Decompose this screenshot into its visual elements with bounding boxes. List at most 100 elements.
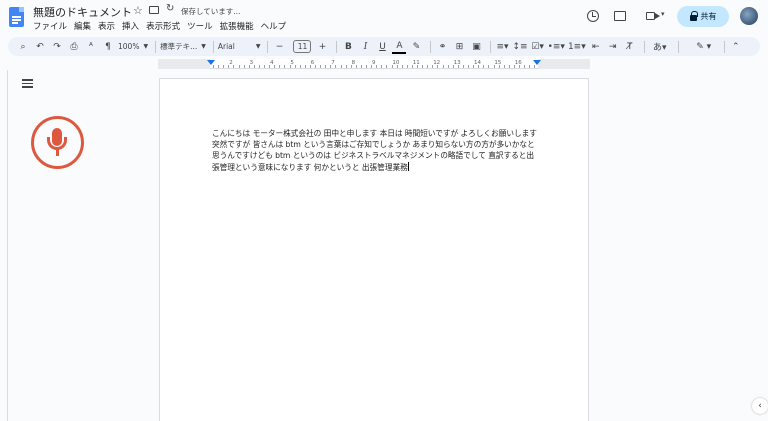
spellcheck-icon[interactable]: ᴬ bbox=[84, 39, 98, 54]
zoom-select[interactable]: 100% ▼ bbox=[118, 42, 148, 51]
right-indent-marker[interactable] bbox=[533, 60, 541, 65]
chevron-up-icon[interactable]: ⌃ bbox=[729, 39, 743, 54]
meet-video-icon[interactable] bbox=[646, 12, 660, 20]
ruler-tick bbox=[513, 65, 515, 68]
clear-formatting-icon[interactable]: T̸ bbox=[623, 39, 637, 54]
left-indent-marker[interactable] bbox=[207, 60, 215, 65]
ruler-tick bbox=[478, 65, 480, 68]
menu-insert[interactable]: 挿入 bbox=[122, 20, 139, 32]
side-panel-toggle-icon[interactable]: ‹ bbox=[752, 398, 768, 414]
increase-indent-icon[interactable]: ⇥ bbox=[606, 39, 620, 54]
ruler-tick bbox=[330, 65, 332, 68]
star-icon[interactable]: ☆ bbox=[133, 4, 143, 17]
ruler-tick bbox=[519, 65, 520, 68]
ruler-tick bbox=[258, 65, 260, 68]
chevron-down-icon[interactable]: ▾ bbox=[661, 10, 665, 18]
italic-icon[interactable]: I bbox=[358, 39, 372, 54]
add-comment-icon[interactable]: ⊞ bbox=[452, 39, 466, 54]
ruler-tick bbox=[376, 65, 378, 68]
ruler-tick bbox=[213, 65, 214, 68]
ruler-tick bbox=[391, 65, 393, 68]
ruler-tick bbox=[233, 65, 235, 68]
ruler-tick bbox=[284, 65, 286, 68]
style-select[interactable]: 標準テキ... ▼ bbox=[160, 41, 206, 52]
ruler-tick bbox=[508, 65, 510, 68]
bold-icon[interactable]: B bbox=[341, 39, 355, 54]
ruler-tick bbox=[437, 65, 439, 68]
chevron-down-icon: ▼ bbox=[255, 43, 261, 50]
ruler-tick bbox=[299, 65, 301, 68]
menu-edit[interactable]: 編集 bbox=[74, 20, 91, 32]
ruler-tick bbox=[264, 65, 265, 68]
bulleted-list-icon[interactable]: •≡▾ bbox=[548, 39, 565, 54]
undo-icon[interactable]: ↶ bbox=[33, 39, 47, 54]
divider bbox=[430, 40, 432, 53]
underline-icon[interactable]: U bbox=[375, 39, 389, 54]
ruler-tick bbox=[503, 65, 505, 68]
comments-icon[interactable] bbox=[614, 11, 626, 21]
ruler-tick bbox=[248, 65, 250, 68]
menu-view[interactable]: 表示 bbox=[98, 20, 115, 32]
ruler-tick bbox=[289, 65, 291, 68]
ruler-tick bbox=[304, 65, 306, 68]
ruler-number: 7 bbox=[331, 60, 335, 66]
chevron-down-icon: ▼ bbox=[201, 43, 206, 50]
ruler-tick bbox=[396, 65, 398, 68]
ruler-number: 6 bbox=[310, 60, 315, 66]
decrease-indent-icon[interactable]: ⇤ bbox=[589, 39, 603, 54]
search-menus-icon[interactable]: ⌕ bbox=[16, 39, 30, 54]
ruler-tick bbox=[366, 65, 367, 68]
editing-mode-icon[interactable]: ✎ ▾ bbox=[691, 39, 717, 54]
font-select[interactable]: Arial ▼ bbox=[218, 42, 261, 51]
paint-format-icon[interactable]: ¶ bbox=[101, 39, 115, 54]
ruler-tick bbox=[422, 65, 424, 68]
document-page[interactable]: こんにちは モーター株式会社の 田中と申します 本日は 時間短いですが よろしく… bbox=[159, 78, 589, 421]
menu-format[interactable]: 表示形式 bbox=[146, 20, 180, 32]
avatar[interactable] bbox=[740, 7, 758, 25]
line-spacing-icon[interactable]: ↕≡ bbox=[512, 39, 527, 54]
divider bbox=[677, 40, 679, 53]
menu-help[interactable]: ヘルプ bbox=[261, 20, 287, 32]
ruler-tick bbox=[452, 65, 454, 68]
align-icon[interactable]: ≡▾ bbox=[495, 39, 509, 54]
ruler-tick bbox=[340, 65, 342, 68]
ruler-number: 4 bbox=[270, 60, 274, 66]
increase-font-size-icon[interactable]: + bbox=[315, 39, 329, 54]
checklist-icon[interactable]: ☑▾ bbox=[531, 39, 545, 54]
font-size-input[interactable]: 11 bbox=[293, 40, 312, 53]
ruler-tick bbox=[243, 65, 245, 68]
ruler-tick bbox=[427, 65, 429, 68]
input-tools-icon[interactable]: あ▾ bbox=[649, 39, 671, 54]
ruler-number: 8 bbox=[351, 60, 356, 66]
numbered-list-icon[interactable]: 1≡▾ bbox=[568, 39, 586, 54]
move-folder-icon[interactable] bbox=[149, 6, 159, 14]
version-history-icon[interactable] bbox=[587, 10, 599, 22]
divider bbox=[336, 40, 338, 53]
ruler-number: 2 bbox=[229, 60, 233, 66]
ruler-tick bbox=[294, 65, 296, 68]
menu-tools[interactable]: ツール bbox=[187, 20, 213, 32]
decrease-font-size-icon[interactable]: − bbox=[272, 39, 286, 54]
vertical-ruler bbox=[0, 70, 8, 421]
highlight-icon[interactable]: ✎ bbox=[409, 39, 423, 54]
text-color-icon[interactable]: A bbox=[392, 39, 407, 54]
docs-logo-icon[interactable] bbox=[9, 7, 24, 27]
document-outline-icon[interactable] bbox=[22, 79, 33, 88]
insert-image-icon[interactable]: ▣ bbox=[469, 39, 483, 54]
ruler-tick bbox=[401, 65, 403, 68]
redo-icon[interactable]: ↷ bbox=[50, 39, 64, 54]
horizontal-ruler[interactable]: 21123456789101112131415161718 bbox=[158, 59, 590, 69]
menu-extensions[interactable]: 拡張機能 bbox=[220, 20, 254, 32]
ruler-tick bbox=[238, 65, 240, 68]
document-body[interactable]: こんにちは モーター株式会社の 田中と申します 本日は 時間短いですが よろしく… bbox=[212, 128, 538, 173]
share-button[interactable]: 共有 bbox=[677, 6, 729, 27]
voice-typing-mic-icon[interactable] bbox=[31, 116, 84, 169]
sync-icon: ↻ bbox=[166, 3, 175, 14]
ruler-tick bbox=[279, 65, 281, 68]
menu-file[interactable]: ファイル bbox=[33, 20, 67, 32]
link-icon[interactable]: ⚭ bbox=[435, 39, 449, 54]
document-title[interactable]: 無題のドキュメント bbox=[33, 4, 132, 20]
print-icon[interactable]: ⎙ bbox=[67, 39, 81, 54]
ruler-tick bbox=[345, 65, 347, 68]
ruler-tick bbox=[411, 65, 413, 68]
